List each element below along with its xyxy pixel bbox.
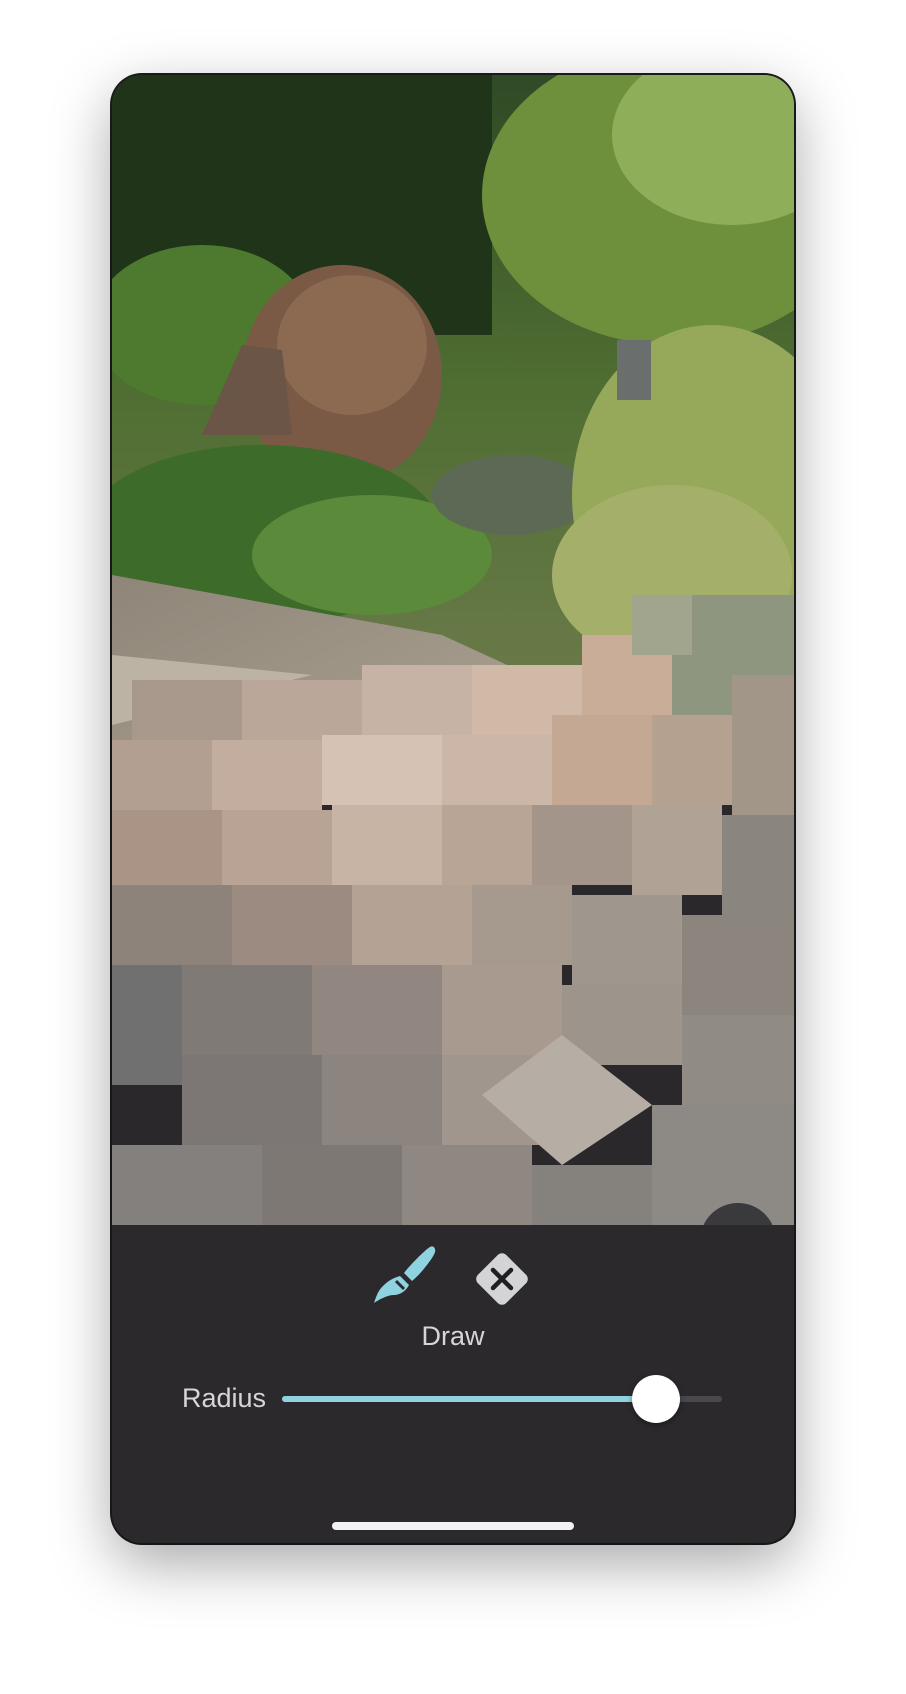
image-canvas[interactable] [112,75,794,1225]
radius-label: Radius [182,1383,267,1413]
edit-tool-panel: Draw Radius [112,1225,794,1543]
clear-diamond-icon [476,1253,528,1305]
radius-slider[interactable] [282,1375,722,1423]
radius-slider-thumb[interactable] [632,1375,680,1423]
tool-selector [112,1243,794,1315]
phone-screen: Draw Radius [112,75,794,1543]
pixelation-mosaic [112,595,794,1225]
draw-tool-button[interactable] [366,1243,438,1315]
home-indicator [332,1522,574,1530]
clear-tool-button[interactable] [466,1243,538,1315]
tool-mode-label: Draw [421,1321,485,1351]
radius-slider-fill [282,1396,656,1402]
photo-with-pixelation[interactable] [112,75,794,1225]
paintbrush-icon [374,1246,436,1303]
